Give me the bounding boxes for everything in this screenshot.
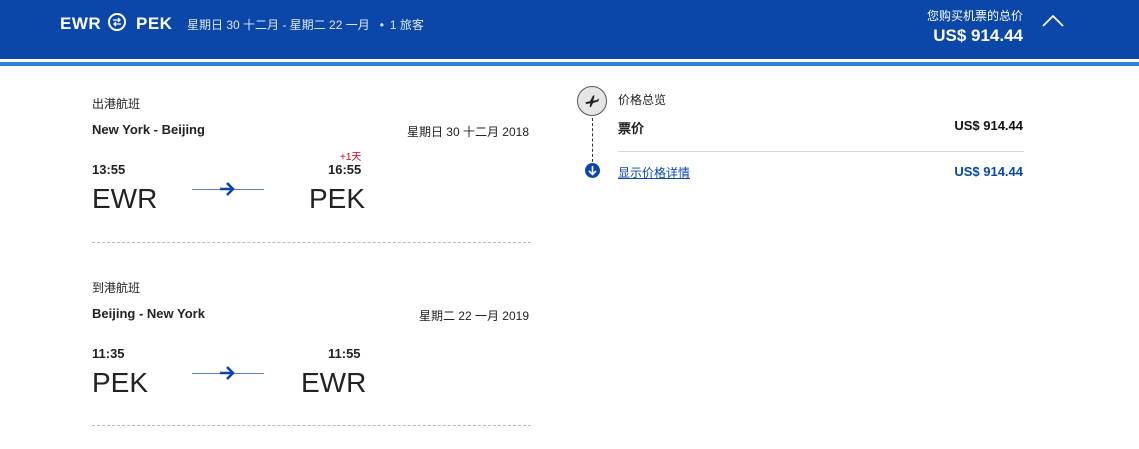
arrow-right-icon [219,365,236,386]
inbound-from-airport: PEK [92,367,149,398]
outbound-day-offset: +1天 [340,152,362,163]
round-trip-icon [108,13,126,31]
outbound-route: New York - Beijing [92,122,205,137]
header-separator: • [379,18,384,32]
inbound-divider [92,425,531,426]
outbound-date: 星期日 30 十二月 2018 [406,125,529,139]
inbound-label: 到港航班 [92,281,141,295]
outbound-from-airport: EWR [92,183,158,214]
inbound-to-airport: EWR [301,367,367,398]
show-price-details-link[interactable]: 显示价格详情 [618,164,690,181]
price-overview-title: 价格总览 [618,93,667,107]
total-price-label: 您购买机票的总价 [926,9,1023,23]
ticket-price-value: US$ 914.44 [954,118,1023,133]
chevron-up-icon[interactable] [1042,14,1064,28]
header-destination: PEK [136,14,173,33]
outbound-divider [92,242,531,243]
header-origin: EWR [60,14,102,33]
timeline-connector [592,118,593,162]
header-accent-line [0,62,1139,66]
inbound-depart-time: 11:35 [92,346,125,361]
inbound-route: Beijing - New York [92,306,205,321]
arrow-down-icon[interactable] [585,163,600,178]
total-price-value: US$ 914.44 [933,26,1023,45]
header-dates: 星期日 30 十二月 - 星期二 22 一月 • 1 旅客 [187,16,424,33]
ticket-price-label: 票价 [618,121,645,136]
inbound-arrive-time: 11:55 [328,346,361,361]
outbound-depart-time: 13:55 [92,162,126,177]
inbound-date: 星期二 22 一月 2019 [418,309,529,323]
price-details-value: US$ 914.44 [954,164,1023,179]
arrow-right-icon [219,181,236,202]
header-passengers: 1 旅客 [389,18,424,32]
airplane-icon [577,86,607,116]
outbound-label: 出港航班 [92,97,141,111]
price-divider [618,151,1024,152]
outbound-arrive-time: 16:55 [328,162,362,177]
trip-summary-bar[interactable]: EWR PEK 星期日 30 十二月 - 星期二 22 一月 • 1 旅客 您购买机… [0,0,1139,59]
outbound-to-airport: PEK [309,183,366,214]
header-date-range: 星期日 30 十二月 - 星期二 22 一月 [187,18,370,32]
